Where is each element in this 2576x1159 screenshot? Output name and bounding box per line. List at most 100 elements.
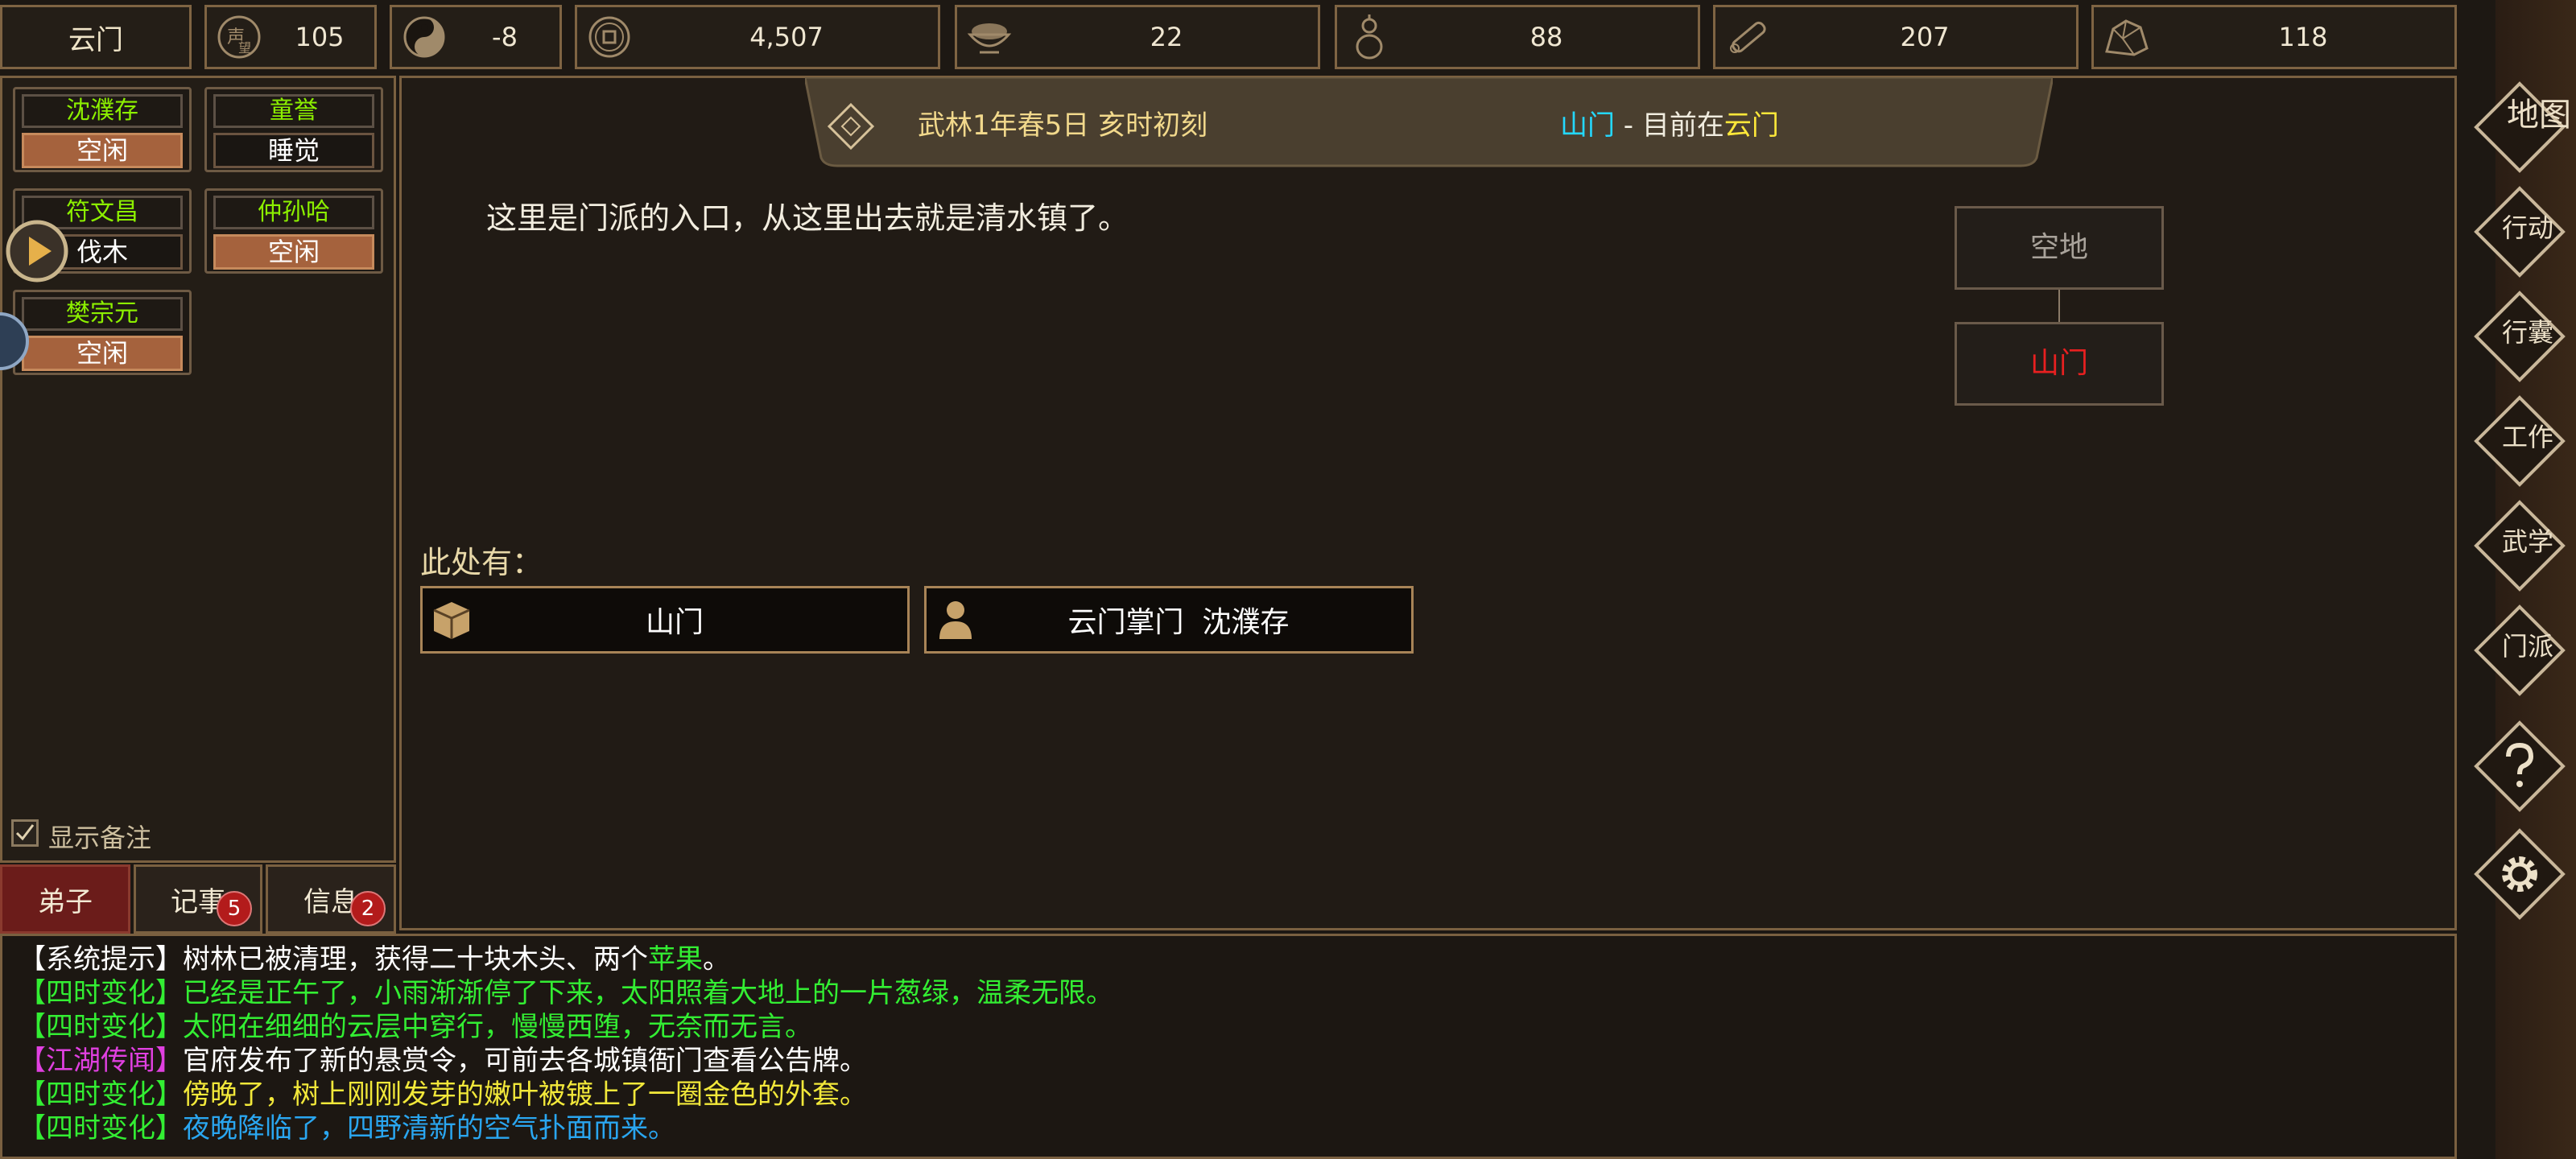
- disciple-card[interactable]: 樊宗元 空闲: [13, 290, 192, 375]
- stat-wood[interactable]: 207: [1713, 5, 2079, 69]
- tab-journal[interactable]: 记事 5: [134, 864, 262, 934]
- stat-money[interactable]: 4,507: [575, 5, 940, 69]
- disciple-name: 沈濮存: [22, 94, 183, 128]
- menu-inventory[interactable]: 行囊: [2470, 287, 2570, 386]
- menu-inventory-label: 行囊: [2502, 317, 2553, 348]
- location-separator: - 目前在: [1615, 109, 1724, 142]
- stat-drink-value: 88: [1530, 22, 1563, 52]
- stat-money-value: 4,507: [749, 22, 824, 52]
- location-sect: 云门: [1724, 109, 1779, 142]
- message-log[interactable]: 【系统提示】树林已被清理，获得二十块木头、两个苹果。 【四时变化】已经是正午了，…: [0, 934, 2457, 1159]
- gourd-icon: [1344, 11, 1395, 63]
- food-bowl-icon: [964, 11, 1015, 63]
- wood-log-icon: [1722, 11, 1773, 63]
- log-text: 官府发布了新的悬赏令，可前去各城镇衙门查看公告牌。: [183, 1045, 867, 1077]
- map-node-upper[interactable]: 空地: [1955, 206, 2164, 290]
- log-tag: 【系统提示】: [19, 943, 183, 975]
- log-line: 【系统提示】树林已被清理，获得二十块木头、两个苹果。: [19, 942, 2438, 976]
- location-description: 这里是门派的入口，从这里出去就是清水镇了。: [486, 200, 1129, 236]
- log-line: 【四时变化】太阳在细细的云层中穿行，慢慢西堕，无奈而无言。: [19, 1010, 2438, 1044]
- tab-messages[interactable]: 信息 2: [266, 864, 396, 934]
- log-text: 傍晚了，树上刚刚发芽的嫩叶被镀上了一圈金色的外套。: [183, 1079, 867, 1111]
- log-tail: 。: [703, 943, 730, 975]
- menu-work-label: 工作: [2502, 422, 2553, 452]
- person-icon: [933, 597, 978, 642]
- stat-alignment[interactable]: -8: [390, 5, 562, 69]
- object-sect-master[interactable]: 云门掌门 沈濮存: [924, 586, 1414, 654]
- object-label: 云门掌门 沈濮存: [1067, 606, 1290, 639]
- game-date: 武林1年春5日 亥时初刻: [918, 109, 1208, 142]
- disciple-card[interactable]: 仲孙哈 空闲: [204, 188, 383, 274]
- play-button[interactable]: [5, 219, 69, 283]
- stat-ore[interactable]: 118: [2091, 5, 2457, 69]
- sect-name-box[interactable]: 云门: [0, 5, 192, 69]
- log-text: 树林已被清理，获得二十块木头、两个: [183, 943, 648, 975]
- tab-label: 弟子: [38, 885, 93, 918]
- log-tag: 【江湖传闻】: [19, 1045, 183, 1077]
- disciple-name: 童誉: [213, 94, 374, 128]
- map-node-current[interactable]: 山门: [1955, 322, 2164, 406]
- crate-icon: [429, 597, 474, 642]
- map-connector: [2058, 290, 2060, 322]
- menu-sect[interactable]: 门派: [2470, 600, 2570, 700]
- menu-work[interactable]: 工作: [2470, 391, 2570, 491]
- disciple-status: 空闲: [22, 336, 183, 371]
- stat-alignment-value: -8: [492, 22, 518, 52]
- log-line: 【四时变化】已经是正午了，小雨渐渐停了下来，太阳照着大地上的一片葱绿，温柔无限。: [19, 976, 2438, 1010]
- log-text: 夜晚降临了，四野清新的空气扑面而来。: [183, 1112, 675, 1145]
- menu-martial-arts-label: 武学: [2502, 526, 2553, 557]
- object-label: 山门: [645, 606, 704, 639]
- log-text: 太阳在细细的云层中穿行，慢慢西堕，无奈而无言。: [183, 1011, 812, 1043]
- help-button[interactable]: [2470, 716, 2570, 816]
- log-text: 已经是正午了，小雨渐渐停了下来，太阳照着大地上的一片葱绿，温柔无限。: [183, 977, 1113, 1009]
- log-tag: 【四时变化】: [19, 1079, 183, 1111]
- show-notes-checkbox[interactable]: [11, 819, 39, 847]
- menu-martial-arts[interactable]: 武学: [2470, 496, 2570, 596]
- stat-food-value: 22: [1150, 22, 1183, 52]
- coin-icon: [584, 11, 635, 63]
- menu-map[interactable]: 地图: [2470, 77, 2570, 177]
- log-tag: 【四时变化】: [19, 1011, 183, 1043]
- play-icon: [6, 220, 68, 283]
- yin-yang-icon: [398, 11, 450, 63]
- disciple-status: 睡觉: [213, 133, 374, 168]
- current-location: 山门 - 目前在云门: [1560, 103, 1779, 142]
- tab-badge: 2: [350, 891, 386, 926]
- disciple-status: 空闲: [213, 234, 374, 270]
- settings-button[interactable]: [2470, 824, 2570, 924]
- log-tag: 【四时变化】: [19, 977, 183, 1009]
- stat-ore-value: 118: [2278, 22, 2328, 52]
- ore-stone-icon: [2100, 11, 2152, 63]
- floating-bubble-button[interactable]: [0, 309, 32, 373]
- stat-wood-value: 207: [1900, 22, 1950, 52]
- location-place: 山门: [1560, 109, 1615, 142]
- menu-map-char1: 地图: [2507, 97, 2570, 134]
- disciple-status: 空闲: [22, 133, 183, 168]
- menu-action[interactable]: 行动: [2470, 182, 2570, 282]
- stat-drink[interactable]: 88: [1335, 5, 1700, 69]
- bubble-icon: [0, 312, 29, 370]
- tab-badge: 5: [217, 891, 252, 926]
- reputation-icon: 声望: [213, 11, 265, 63]
- stat-food[interactable]: 22: [955, 5, 1320, 69]
- disciple-card[interactable]: 童誉 睡觉: [204, 87, 383, 172]
- svg-text:望: 望: [238, 40, 251, 56]
- here-label: 此处有：: [420, 545, 543, 580]
- stat-reputation-value: 105: [295, 22, 345, 52]
- show-notes-label: 显示备注: [48, 823, 152, 853]
- disciple-name: 仲孙哈: [213, 196, 374, 229]
- check-icon: [15, 824, 35, 841]
- menu-sect-label: 门派: [2502, 631, 2553, 662]
- log-line: 【四时变化】夜晚降临了，四野清新的空气扑面而来。: [19, 1112, 2438, 1145]
- compass-icon: [824, 100, 877, 153]
- log-line: 【江湖传闻】官府发布了新的悬赏令，可前去各城镇衙门查看公告牌。: [19, 1044, 2438, 1078]
- log-tag: 【四时变化】: [19, 1112, 183, 1145]
- stat-reputation[interactable]: 声望 105: [204, 5, 377, 69]
- sect-name: 云门: [68, 23, 123, 56]
- menu-action-label: 行动: [2502, 212, 2553, 243]
- object-mountain-gate[interactable]: 山门: [420, 586, 910, 654]
- disciple-name: 樊宗元: [22, 297, 183, 331]
- disciple-card[interactable]: 沈濮存 空闲: [13, 87, 192, 172]
- tab-disciples[interactable]: 弟子: [0, 864, 130, 934]
- log-highlight: 苹果: [648, 943, 703, 975]
